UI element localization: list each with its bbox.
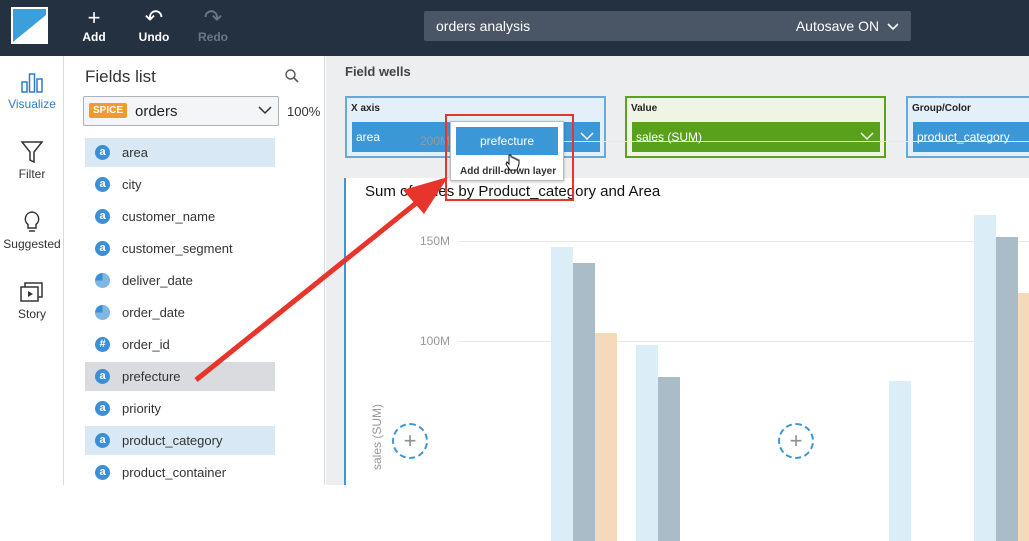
annotation-arrow: [194, 177, 448, 382]
